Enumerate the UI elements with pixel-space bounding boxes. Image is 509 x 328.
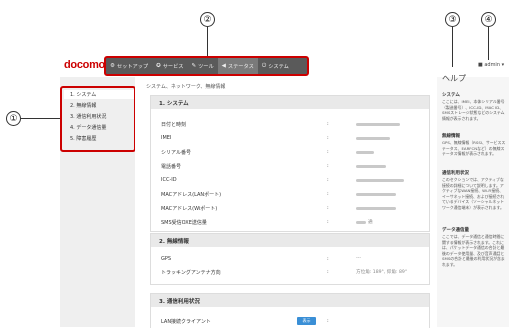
user-menu[interactable]: ■ admin ▾ bbox=[478, 62, 504, 68]
row-mac-lan-label: MACアドレス(LANポート) bbox=[161, 192, 222, 198]
main-nav: ⚙ セットアップ ✪ サービス ✎ ツール ◀ ステータス ⏻ システム bbox=[104, 56, 309, 76]
row-sms-count bbox=[356, 221, 366, 224]
callout-1: ① bbox=[6, 111, 21, 126]
chevron-down-icon: ▾ bbox=[501, 62, 505, 68]
usage-panel: 3. 通信利用状況 LAN接続クライアント : 表示 bbox=[150, 293, 430, 328]
row-iccid-label: ICC-ID bbox=[161, 177, 177, 183]
nav-system[interactable]: ⏻ システム bbox=[258, 58, 293, 74]
system-panel-title: 1. システム bbox=[151, 96, 429, 109]
row-sms-colon: : bbox=[327, 219, 329, 225]
callout-4: ④ bbox=[481, 12, 496, 27]
row-iccid-value bbox=[356, 179, 404, 182]
row-antenna-colon: : bbox=[327, 269, 329, 275]
row-sms-label: SMS受信OXE送信量 bbox=[161, 220, 207, 226]
callout-3-leader bbox=[452, 27, 453, 67]
user-menu-label: admin bbox=[484, 62, 500, 68]
row-phone-colon: : bbox=[327, 163, 329, 169]
row-antenna-label: トラッキングアンテナ方向 bbox=[161, 270, 221, 276]
callout-1-leader bbox=[21, 118, 61, 119]
nav-system-label: システム bbox=[268, 63, 289, 70]
row-iccid-colon: : bbox=[327, 177, 329, 183]
help-title: ヘルプ bbox=[442, 74, 466, 83]
help-heading-data: データ通信量 bbox=[442, 228, 469, 233]
sidebar-item-wireless[interactable]: 2. 無線情報 bbox=[70, 102, 96, 109]
row-mac-lan-colon: : bbox=[327, 191, 329, 197]
sidebar-item-usage[interactable]: 3. 通信利用状況 bbox=[70, 113, 106, 120]
row-sms-unit: 通 bbox=[368, 220, 373, 225]
row-antenna-value: 方位角: 189°, 仰角: 89° bbox=[356, 270, 408, 275]
usage-panel-title: 3. 通信利用状況 bbox=[151, 294, 429, 307]
sidebar-item-data[interactable]: 4. データ通信量 bbox=[70, 124, 106, 131]
sidebar-item-system[interactable]: 1. システム bbox=[64, 90, 134, 99]
row-mac-wifi-label: MACアドレス(Wiポート) bbox=[161, 206, 218, 212]
row-serial-label: シリアル番号 bbox=[161, 150, 191, 156]
row-mac-wifi-value bbox=[356, 207, 396, 210]
nav-status-label: ステータス bbox=[227, 63, 254, 70]
row-gps-label: GPS bbox=[161, 256, 172, 262]
row-gps-value: --- bbox=[356, 256, 361, 261]
system-panel: 1. システム 日付と時刻 : IMEI : シリアル番号 : 電話番号 : I… bbox=[150, 95, 430, 232]
help-body-data: ここでは、データ通信と通信時間に関する情報が表示されます。これには、パケットデー… bbox=[442, 234, 505, 267]
row-serial-colon: : bbox=[327, 149, 329, 155]
help-heading-system: システム bbox=[442, 93, 460, 98]
row-imei-label: IMEI bbox=[161, 135, 172, 141]
docomo-logo: docomo bbox=[64, 59, 105, 71]
callout-2: ② bbox=[200, 12, 215, 27]
callout-3: ③ bbox=[445, 12, 460, 27]
services-icon: ✪ bbox=[156, 63, 161, 69]
show-clients-button[interactable]: 表示 bbox=[297, 317, 316, 325]
row-lan-clients-colon: : bbox=[327, 318, 329, 324]
gear-icon: ⚙ bbox=[110, 63, 115, 69]
nav-setup[interactable]: ⚙ セットアップ bbox=[106, 58, 152, 74]
row-imei-value bbox=[356, 137, 390, 140]
row-imei-colon: : bbox=[327, 135, 329, 141]
sidebar-item-faults[interactable]: 5. 障害履歴 bbox=[70, 135, 96, 142]
callout-2-leader bbox=[207, 27, 208, 56]
power-icon: ⏻ bbox=[261, 62, 267, 69]
user-icon: ■ bbox=[478, 62, 483, 68]
help-heading-wireless: 無線情報 bbox=[442, 134, 460, 139]
callout-4-leader bbox=[488, 27, 489, 60]
wireless-panel-title: 2. 無線情報 bbox=[151, 234, 429, 247]
nav-status[interactable]: ◀ ステータス bbox=[217, 58, 258, 74]
help-body-usage: このセクションでは、アクティブな接続の詳細について説明します。アクティブなWAN… bbox=[442, 177, 505, 210]
help-heading-usage: 通信利用状況 bbox=[442, 171, 469, 176]
row-datetime-label: 日付と時刻 bbox=[161, 122, 187, 128]
row-phone-value bbox=[356, 165, 386, 168]
row-serial-value bbox=[356, 151, 374, 154]
wrench-icon: ✎ bbox=[191, 63, 197, 69]
nav-setup-label: セットアップ bbox=[116, 63, 149, 70]
row-mac-wifi-colon: : bbox=[327, 205, 329, 211]
nav-tools-label: ツール bbox=[198, 63, 214, 70]
row-lan-clients-label: LAN接続クライアント bbox=[161, 319, 211, 325]
nav-services-label: サービス bbox=[162, 63, 184, 70]
status-icon: ◀ bbox=[221, 63, 226, 69]
row-phone-label: 電話番号 bbox=[161, 164, 182, 170]
row-datetime-value bbox=[356, 123, 400, 126]
sidebar-menu: 1. システム 2. 無線情報 3. 通信利用状況 4. データ通信量 5. 障… bbox=[60, 86, 136, 152]
row-gps-colon: : bbox=[327, 256, 329, 262]
row-mac-lan-value bbox=[356, 193, 396, 196]
row-datetime-colon: : bbox=[327, 121, 329, 127]
wireless-panel: 2. 無線情報 GPS : --- トラッキングアンテナ方向 : 方位角: 18… bbox=[150, 233, 430, 285]
help-body-wireless: GPS、無線情報（RSSI、サービスステータス、EARFCNなど）の無線ステータ… bbox=[442, 140, 506, 157]
nav-services[interactable]: ✪ サービス bbox=[152, 58, 187, 74]
breadcrumb: システム、ネットワーク、無線情報 bbox=[146, 84, 226, 90]
help-body-system: ここには、IMEI、本体シリアル番号（製造番号）、ICC-ID、MAC ID、S… bbox=[442, 99, 505, 121]
nav-tools[interactable]: ✎ ツール bbox=[187, 58, 217, 74]
